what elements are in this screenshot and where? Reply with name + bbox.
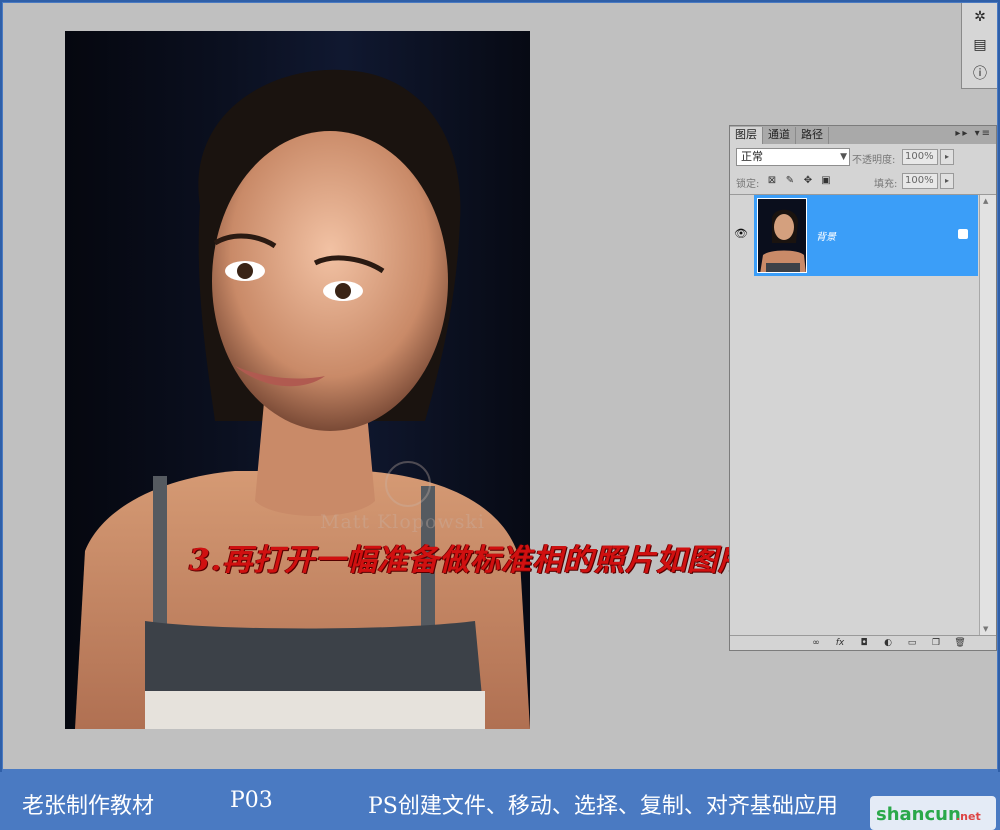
lock-image-icon[interactable]: ✎ — [784, 175, 796, 187]
tab-channels[interactable]: 通道 — [763, 127, 796, 144]
scroll-up-icon[interactable]: ▲ — [983, 197, 988, 205]
chevron-down-icon: ▼ — [840, 152, 847, 162]
lock-position-icon[interactable]: ✥ — [802, 175, 814, 187]
logo-text: shancun — [876, 804, 961, 825]
panel-tabs: 图层 通道 路径 ▸▸ ▾≡ — [730, 126, 996, 144]
info-icon[interactable]: ⓘ — [970, 63, 990, 83]
visibility-eye-icon[interactable]: 👁 — [734, 227, 750, 241]
photoshop-workspace: Matt Klopowski 3.再打开一幅准备做标准相的照片如图所示 ✲ ▤ … — [3, 3, 997, 769]
layers-panel: 图层 通道 路径 ▸▸ ▾≡ 正常 ▼ 不透明度: 100% ▸ 锁定: ⊠ ✎… — [729, 125, 997, 651]
delete-layer-icon[interactable]: 🗑 — [954, 638, 966, 649]
site-logo: shancun .net — [870, 796, 996, 830]
scroll-down-icon[interactable]: ▼ — [983, 625, 988, 633]
lock-transparent-icon[interactable]: ⊠ — [766, 175, 778, 187]
copyright-mark — [385, 461, 431, 507]
photo-watermark: Matt Klopowski — [320, 511, 486, 533]
panel-menu-icon[interactable]: ▸▸ ▾≡ — [955, 128, 992, 139]
layer-thumbnail — [757, 198, 807, 273]
lock-all-icon[interactable]: ▣ — [820, 175, 832, 187]
new-group-icon[interactable]: ▭ — [906, 638, 918, 649]
link-layers-icon[interactable]: ∞ — [810, 638, 822, 649]
opacity-input[interactable]: 100% — [902, 149, 938, 165]
new-layer-icon[interactable]: ❐ — [930, 638, 942, 649]
blend-mode-select[interactable]: 正常 ▼ — [736, 148, 850, 166]
layers-scrollbar[interactable]: ▲ ▼ — [979, 195, 996, 635]
layer-row-background[interactable]: 背景 — [754, 195, 978, 276]
footer-bar: 老张制作教材 P03 PS创建文件、移动、选择、复制、对齐基础应用 — [0, 772, 1000, 830]
tab-paths[interactable]: 路径 — [796, 127, 829, 144]
fill-slider-button[interactable]: ▸ — [940, 173, 954, 189]
portrait-drawing — [75, 69, 530, 729]
blend-mode-value: 正常 — [741, 150, 763, 163]
opacity-label: 不透明度: — [852, 155, 896, 166]
adjustment-layer-icon[interactable]: ◐ — [882, 638, 894, 649]
document-image[interactable]: Matt Klopowski — [65, 31, 530, 729]
logo-suffix: .net — [956, 810, 981, 823]
histogram-icon[interactable]: ▤ — [970, 35, 990, 55]
layer-lock-icon — [958, 229, 968, 239]
footer-page: P03 — [230, 788, 273, 813]
opacity-slider-button[interactable]: ▸ — [940, 149, 954, 165]
layer-mask-icon[interactable]: ◘ — [858, 638, 870, 649]
layer-list: 👁 背景 — [730, 195, 978, 635]
layer-name: 背景 — [816, 232, 836, 243]
panel-dock: ✲ ▤ ⓘ — [961, 3, 997, 89]
fill-input[interactable]: 100% — [902, 173, 938, 189]
layer-style-icon[interactable]: fx — [834, 638, 846, 649]
lock-label: 锁定: — [736, 179, 760, 190]
footer-title: PS创建文件、移动、选择、复制、对齐基础应用 — [368, 794, 838, 819]
footer-author: 老张制作教材 — [22, 794, 155, 819]
tutorial-caption: 3.再打开一幅准备做标准相的照片如图所示 — [189, 543, 781, 578]
layers-footer: ∞ fx ◘ ◐ ▭ ❐ 🗑 — [730, 635, 996, 650]
tab-layers[interactable]: 图层 — [730, 127, 763, 144]
navigator-icon[interactable]: ✲ — [970, 7, 990, 27]
fill-label: 填充: — [874, 179, 898, 190]
